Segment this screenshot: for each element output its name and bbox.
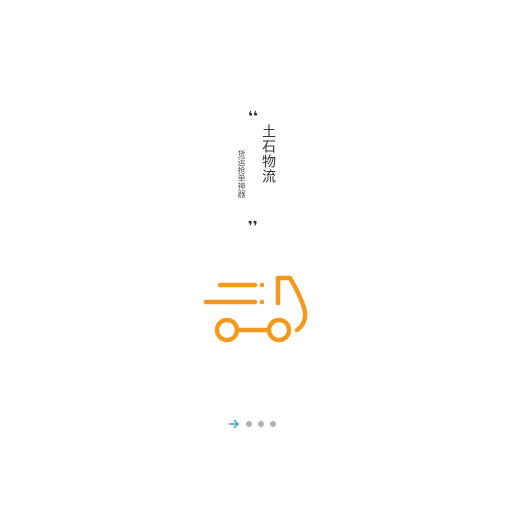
front-wheel [266,317,292,343]
page-dot[interactable] [246,421,252,427]
splash-screen: ❛❛ 土石物流 货运抢单神器 ❜❜ [0,0,512,512]
arrow-right-icon[interactable] [228,418,240,430]
page-dot[interactable] [258,421,264,427]
page-indicator [228,417,276,431]
app-title: 土石物流 [260,124,276,184]
rear-wheel [214,317,240,343]
open-quote-mark: ❛❛ [248,109,258,125]
close-quote-mark: ❜❜ [248,219,258,235]
truck-icon [203,275,308,343]
page-dot[interactable] [270,421,276,427]
app-slogan: 货运抢单神器 [237,150,246,198]
